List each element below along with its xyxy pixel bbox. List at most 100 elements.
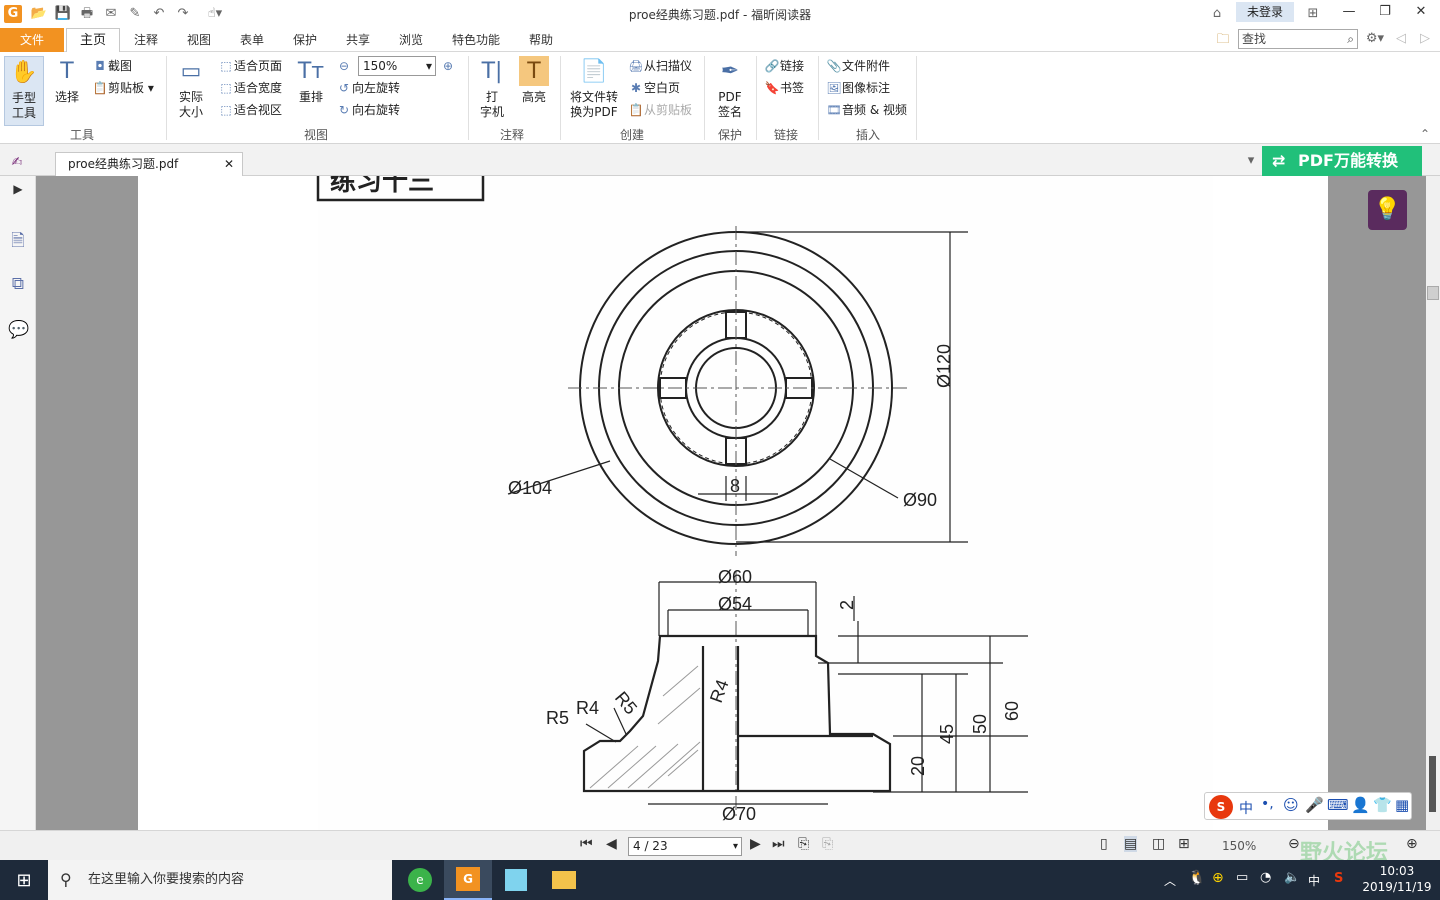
emoji-icon[interactable]: ☺ — [1283, 796, 1299, 814]
pdf-sign-button[interactable]: ✒ PDF 签名 — [710, 56, 750, 120]
page-number-input[interactable]: 4 / 23 ▾ — [628, 837, 742, 856]
snapshot-button[interactable]: ◘ 截图 — [92, 58, 132, 74]
tab-share[interactable]: 共享 — [346, 31, 370, 51]
search-icon[interactable]: ⌕ — [1347, 30, 1354, 48]
sogou-tray-icon[interactable]: S — [1334, 871, 1343, 886]
start-button[interactable]: ⊞ — [0, 860, 48, 900]
zoom-select[interactable]: 150% ▾ — [358, 56, 436, 76]
link-button[interactable]: 🔗链接 — [764, 58, 805, 74]
status-zoom-in-icon[interactable]: ⊕ — [1406, 836, 1418, 852]
facing-page-icon[interactable]: ◫ — [1152, 836, 1165, 852]
skin-icon[interactable]: ⌂ — [1208, 5, 1226, 23]
punct-icon[interactable]: •, — [1261, 796, 1274, 812]
sogou-icon[interactable]: S — [1209, 795, 1233, 819]
convert-to-pdf-button[interactable]: 📄 将文件转 换为PDF — [566, 56, 622, 120]
tab-protect[interactable]: 保护 — [293, 31, 317, 51]
shirt-icon[interactable]: 👕 — [1373, 796, 1392, 814]
tab-form[interactable]: 表单 — [240, 31, 264, 51]
close-tab-icon[interactable]: ✕ — [224, 153, 234, 175]
fit-width-button[interactable]: ⬚ 适合宽度 — [218, 80, 282, 96]
rotate-left-button[interactable]: ↺ 向左旋转 — [336, 80, 400, 96]
taskbar-search-input[interactable]: ⚲ 在这里输入你要搜索的内容 — [48, 860, 392, 900]
pdf-convert-button[interactable]: ⇄ PDF万能转换 — [1262, 146, 1422, 176]
image-annotation-button[interactable]: 🖼图像标注 — [826, 80, 890, 96]
actual-size-button[interactable]: ▭ 实际 大小 — [172, 56, 210, 120]
reflow-button[interactable]: Tт 重排 — [294, 56, 328, 105]
tab-home[interactable]: 主页 — [66, 28, 120, 53]
search-input[interactable]: 查找 ⌕ — [1238, 29, 1358, 49]
continuous-page-icon[interactable]: ▤ — [1124, 836, 1138, 852]
prev-page-icon[interactable]: ◀ — [606, 836, 617, 852]
single-page-icon[interactable]: ▯ — [1100, 836, 1108, 852]
fit-visible-button[interactable]: ⬚ 适合视区 — [218, 102, 282, 118]
next-result-icon[interactable]: ▷ — [1416, 30, 1434, 48]
next-view-icon[interactable]: ⎘ — [822, 836, 833, 852]
tab-list-chevron-icon[interactable]: ▾ — [1242, 152, 1260, 170]
tab-browse[interactable]: 浏览 — [399, 31, 423, 51]
pages-panel-icon[interactable]: ⧉ — [8, 274, 28, 296]
grid-icon[interactable]: ▦ — [1395, 796, 1409, 814]
next-page-icon[interactable]: ▶ — [750, 836, 761, 852]
ime-indicator[interactable]: 中 — [1308, 872, 1320, 889]
status-zoom-out-icon[interactable]: ⊖ — [1288, 836, 1300, 852]
blank-page-button[interactable]: ✱ 空白页 — [628, 80, 680, 96]
lightbulb-icon[interactable]: 💡 — [1368, 190, 1407, 230]
tab-comment[interactable]: 注释 — [134, 31, 158, 51]
last-page-icon[interactable]: ⏭ — [772, 836, 785, 852]
bookmark-button[interactable]: 🔖书签 — [764, 80, 805, 96]
first-page-icon[interactable]: ⏮ — [580, 836, 593, 852]
tab-view[interactable]: 视图 — [187, 31, 211, 51]
prev-view-icon[interactable]: ⎘ — [798, 836, 809, 852]
select-tool-button[interactable]: T 选择 — [50, 56, 84, 105]
prev-result-icon[interactable]: ◁ — [1392, 30, 1410, 48]
tab-features[interactable]: 特色功能 — [452, 31, 500, 51]
settings-icon[interactable]: ⚙▾ — [1362, 30, 1388, 48]
user-icon[interactable]: 👤 — [1351, 796, 1370, 814]
show-hidden-icons[interactable]: ︿ — [1164, 872, 1176, 889]
status-zoom[interactable]: 150% — [1222, 839, 1256, 853]
taskbar-app-explorer[interactable] — [540, 860, 588, 900]
fit-page-button[interactable]: ⬚ 适合页面 — [218, 58, 282, 74]
qq-icon[interactable]: 🐧 — [1188, 870, 1205, 886]
taskbar-app-browser[interactable]: e — [396, 860, 444, 900]
from-scanner-button[interactable]: 🖨从扫描仪 — [628, 58, 692, 74]
from-clipboard-button[interactable]: 📋从剪贴板 — [628, 102, 693, 118]
ime-lang-toggle[interactable]: 中 — [1239, 798, 1253, 818]
minimize-button[interactable]: — — [1332, 0, 1366, 24]
vertical-scrollbar[interactable] — [1426, 176, 1440, 830]
tray-app-icon[interactable]: ⊕ — [1212, 870, 1224, 886]
hand-tool-button[interactable]: ✋ 手型 工具 — [4, 56, 44, 126]
scroll-thumb[interactable] — [1427, 286, 1439, 300]
document-tab[interactable]: proe经典练习题.pdf ✕ — [55, 152, 243, 176]
zoom-in-button[interactable]: ⊕ — [440, 58, 456, 74]
file-menu[interactable]: 文件 — [0, 28, 64, 52]
taskbar-clock[interactable]: 10:03 2019/11/19 — [1360, 863, 1434, 895]
rotate-right-button[interactable]: ↻ 向右旋转 — [336, 102, 400, 118]
find-options-icon[interactable]: 🗀 — [1214, 31, 1232, 49]
bookmarks-panel-icon[interactable]: 🗎 — [8, 228, 28, 251]
wifi-icon[interactable]: ◔ — [1260, 870, 1271, 885]
taskbar-app-3d[interactable] — [492, 860, 540, 900]
doc-edit-icon[interactable]: ✍ — [8, 154, 26, 172]
typewriter-button[interactable]: T| 打 字机 — [474, 56, 510, 120]
microphone-icon[interactable]: 🎤 — [1305, 796, 1324, 814]
restore-button[interactable]: ❐ — [1368, 0, 1402, 24]
continuous-facing-icon[interactable]: ⊞ — [1178, 836, 1190, 852]
layout-icon[interactable]: ⊞ — [1304, 5, 1322, 23]
keyboard-icon[interactable]: ⌨ — [1327, 796, 1349, 814]
expand-panel-icon[interactable]: ▶ — [8, 182, 28, 204]
battery-icon[interactable]: ▭ — [1236, 870, 1248, 885]
highlight-button[interactable]: T 高亮 — [516, 56, 552, 105]
tab-help[interactable]: 帮助 — [529, 31, 553, 51]
scroll-thumb-lower[interactable] — [1429, 756, 1436, 812]
zoom-out-button[interactable]: ⊖ — [336, 58, 352, 74]
clipboard-button[interactable]: 📋剪贴板 ▾ — [92, 80, 154, 96]
file-attachment-button[interactable]: 📎文件附件 — [826, 58, 891, 74]
comments-panel-icon[interactable]: 💬 — [8, 320, 29, 342]
login-button[interactable]: 未登录 — [1236, 2, 1294, 22]
audio-video-button[interactable]: 🎞音频 & 视频 — [826, 102, 907, 118]
collapse-ribbon-icon[interactable]: ⌃ — [1420, 126, 1430, 142]
close-button[interactable]: ✕ — [1404, 0, 1438, 24]
taskbar-app-foxit[interactable]: G — [444, 860, 492, 900]
volume-icon[interactable]: 🔈 — [1284, 870, 1300, 885]
